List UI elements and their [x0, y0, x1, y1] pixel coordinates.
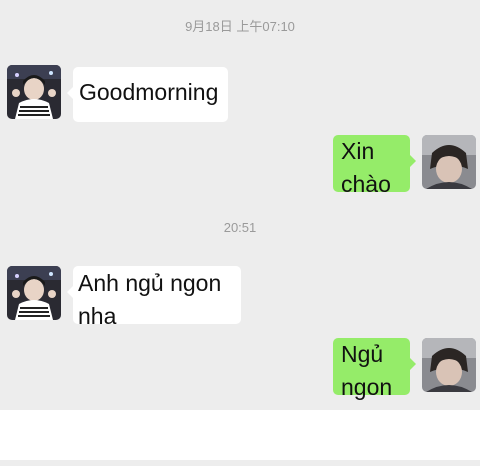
timestamp: 9月18日 上午07:10 [185, 19, 295, 34]
self-avatar-icon [422, 135, 476, 189]
contact-avatar[interactable] [7, 266, 61, 320]
message-bubble-sent[interactable]: Ngủ ngon [333, 338, 416, 400]
self-avatar[interactable] [422, 338, 476, 392]
message-bubble-sent[interactable]: Xin chào [333, 135, 416, 197]
timestamp: 20:51 [223, 220, 257, 235]
message-bubble-received[interactable]: Goodmorning [67, 67, 228, 122]
bottom-divider [0, 460, 480, 466]
self-avatar[interactable] [422, 135, 476, 189]
self-avatar-icon [422, 338, 476, 392]
contact-avatar-icon [7, 65, 61, 119]
contact-avatar[interactable] [7, 65, 61, 119]
chat-area[interactable]: 9月18日 上午07:10 Goodmorning Xin chào 20:51 [0, 0, 480, 410]
message-bubble-received[interactable]: Anh ngủ ngon nha [67, 266, 241, 329]
contact-avatar-icon [7, 266, 61, 320]
